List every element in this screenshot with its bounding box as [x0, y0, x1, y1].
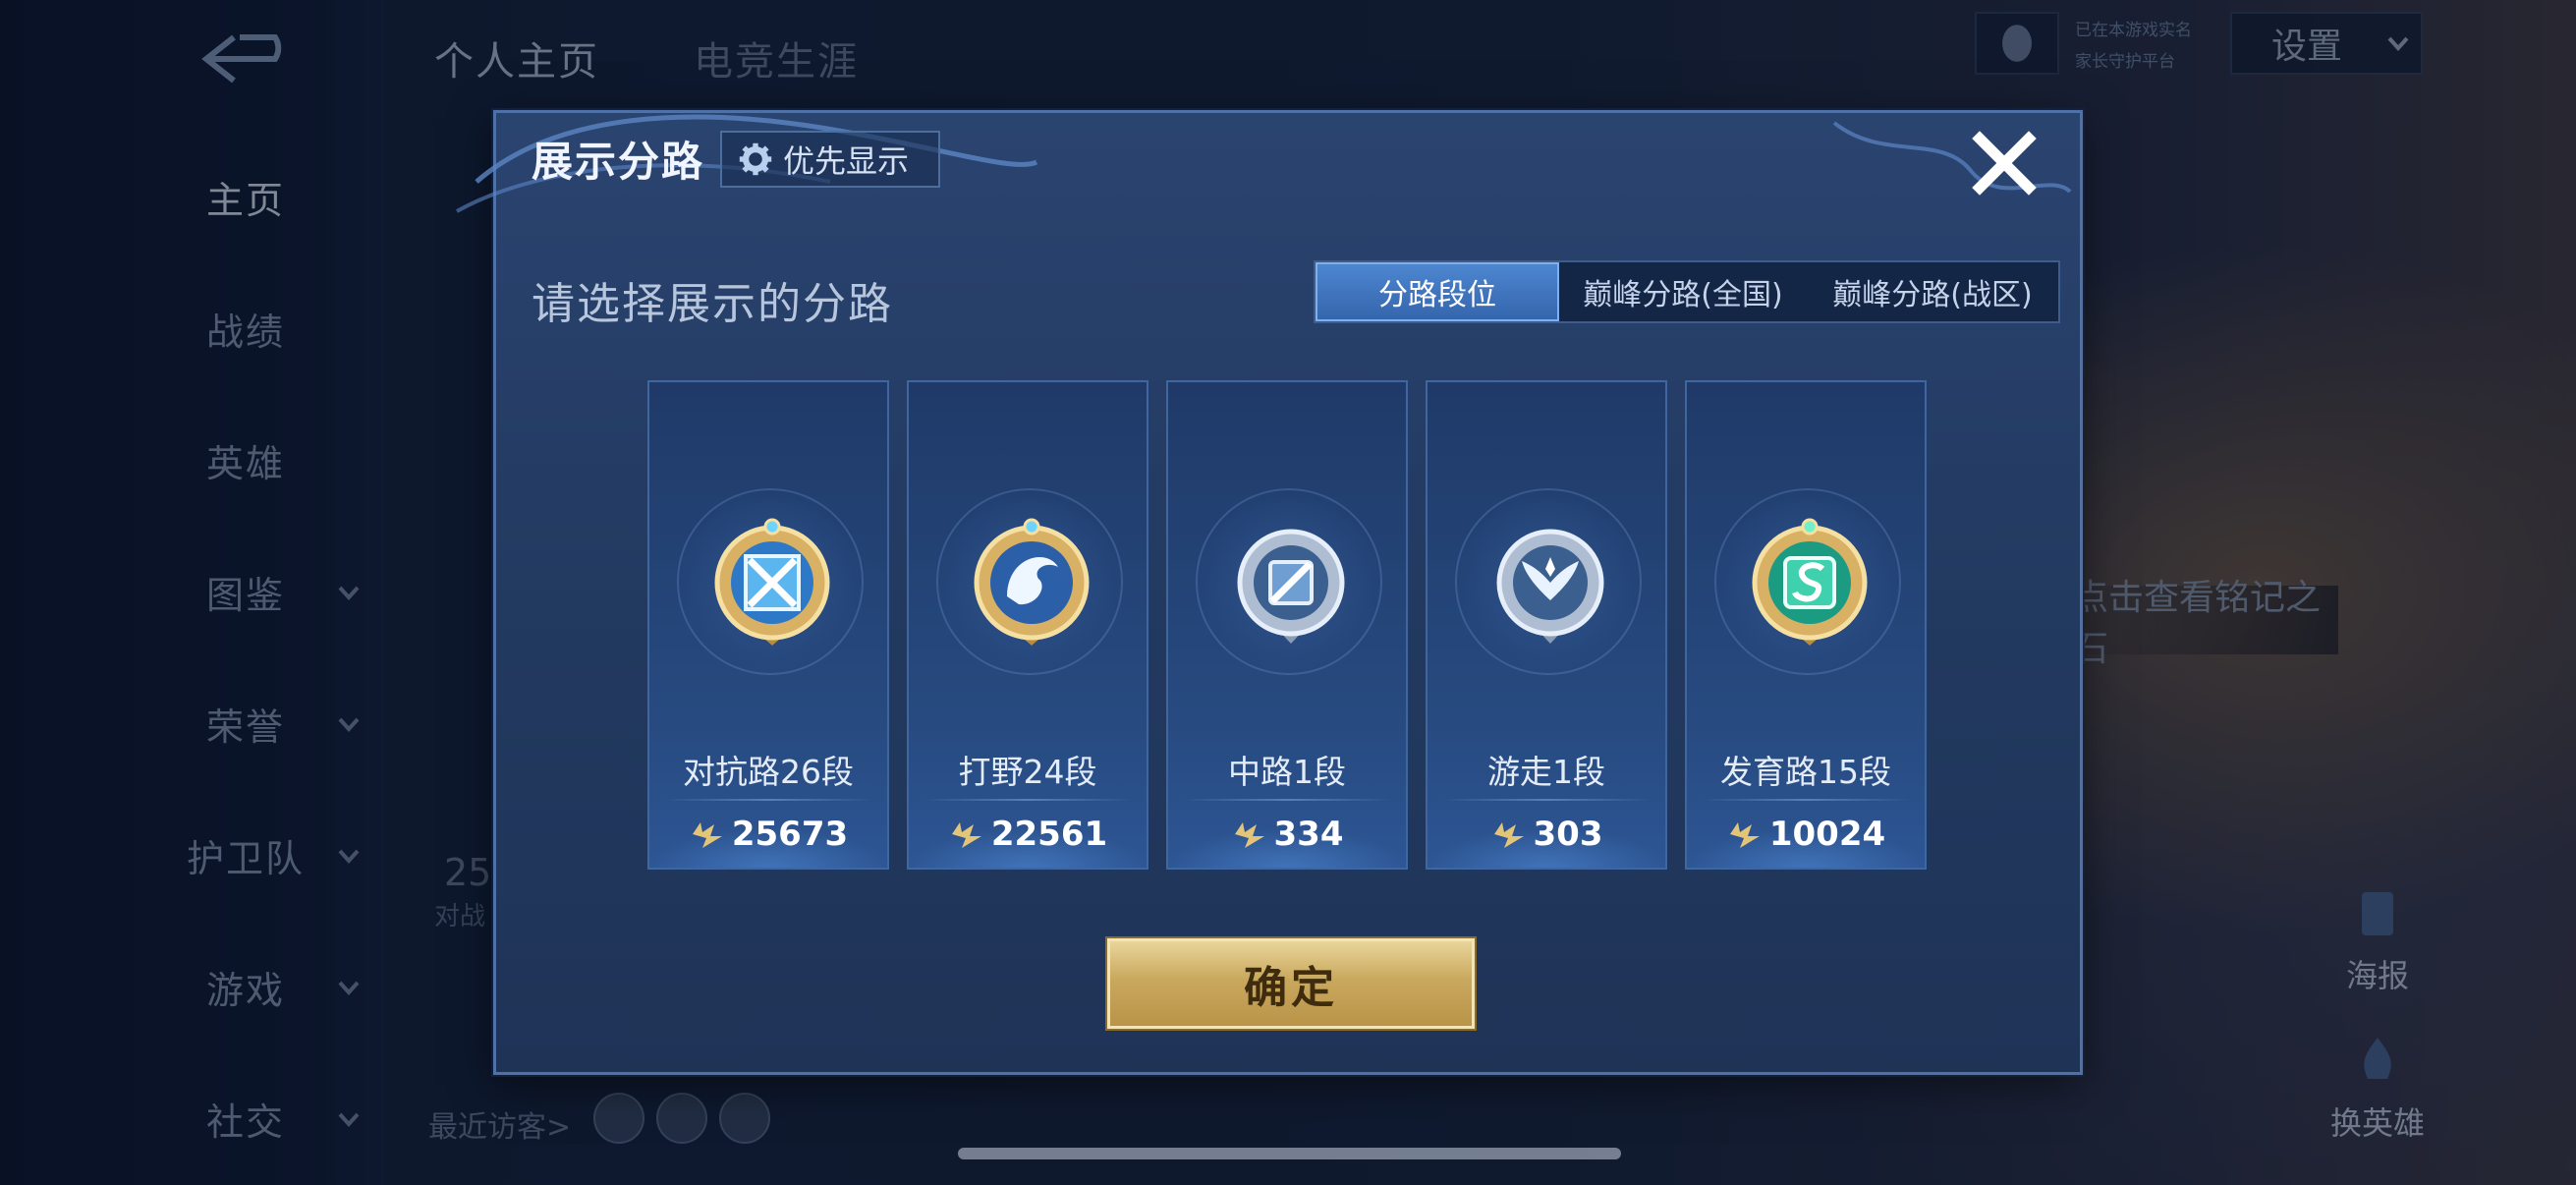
silver-wings-icon [1496, 529, 1604, 644]
lane-score-value: 22561 [990, 815, 1108, 854]
lane-card-top[interactable]: 对抗路26段 25673 [647, 380, 889, 870]
lane-rank-label: 对抗路26段 [683, 753, 854, 791]
home-indicator[interactable] [958, 1148, 1621, 1159]
lane-rank-label: 打野24段 [958, 753, 1097, 791]
card-divider [923, 799, 1133, 801]
lane-rank-label: 游走1段 [1487, 753, 1605, 791]
lane-type-tabs: 分路段位 巅峰分路(全国) 巅峰分路(战区) [1314, 260, 2060, 323]
dialog-title: 展示分路 [532, 138, 705, 186]
lane-score-value: 10024 [1768, 815, 1886, 854]
priority-display-button[interactable]: 优先显示 [720, 131, 940, 188]
card-divider [1701, 799, 1911, 801]
card-divider [1182, 799, 1392, 801]
gold-emerald-icon [1752, 518, 1868, 646]
confirm-button[interactable]: 确定 [1107, 938, 1475, 1029]
diamond-score-icon [1729, 822, 1760, 848]
close-icon[interactable] [1970, 129, 2039, 198]
gold-crossed-swords-icon [714, 518, 830, 646]
lane-card-mid[interactable]: 中路1段 334 [1166, 380, 1408, 870]
lane-score: 22561 [909, 815, 1147, 854]
card-divider [1441, 799, 1652, 801]
tab-peak-lane-region[interactable]: 巅峰分路(战区) [1807, 262, 2058, 321]
lane-score: 334 [1168, 815, 1406, 854]
lane-card-farm[interactable]: 发育路15段 10024 [1685, 380, 1927, 870]
lane-score-value: 25673 [731, 815, 849, 854]
badge-frame [677, 488, 864, 675]
dialog-subtitle: 请选择展示的分路 [532, 279, 893, 329]
lane-rank-label: 中路1段 [1228, 753, 1346, 791]
diamond-score-icon [692, 822, 722, 848]
diamond-score-icon [951, 822, 981, 848]
badge-frame [1455, 488, 1642, 675]
lane-score: 25673 [649, 815, 887, 854]
badge-frame [936, 488, 1123, 675]
lane-score-value: 334 [1273, 815, 1344, 854]
silver-mid-lane-icon [1237, 529, 1345, 644]
card-divider [663, 799, 873, 801]
diamond-score-icon [1234, 822, 1264, 848]
gold-dragon-icon [974, 518, 1090, 646]
diamond-score-icon [1493, 822, 1524, 848]
gear-icon [739, 142, 772, 176]
lane-card-jungle[interactable]: 打野24段 22561 [907, 380, 1148, 870]
lane-rank-label: 发育路15段 [1720, 753, 1891, 791]
display-lane-dialog: 展示分路 优先显示 请选择展示的分路 分路段位 巅峰分路(全国) 巅峰分路(战区… [456, 110, 2083, 1075]
lane-score: 303 [1428, 815, 1665, 854]
decorative-swirl-icon [1832, 121, 2072, 194]
lane-score-value: 303 [1533, 815, 1603, 854]
lane-score: 10024 [1687, 815, 1925, 854]
priority-label: 优先显示 [783, 142, 910, 180]
badge-frame [1714, 488, 1901, 675]
tab-lane-rank[interactable]: 分路段位 [1316, 262, 1559, 321]
badge-frame [1196, 488, 1382, 675]
tab-peak-lane-national[interactable]: 巅峰分路(全国) [1559, 262, 1807, 321]
lane-card-roam[interactable]: 游走1段 303 [1426, 380, 1667, 870]
